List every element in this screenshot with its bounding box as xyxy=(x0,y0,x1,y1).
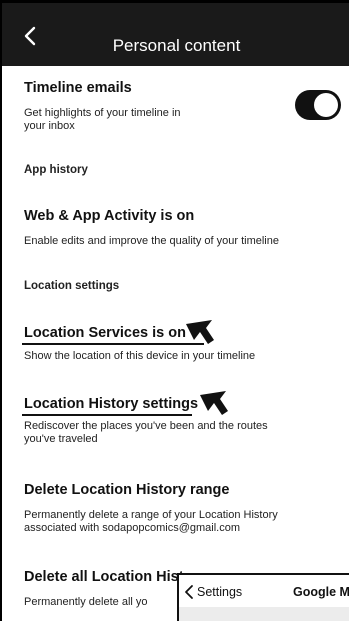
timeline-emails-toggle[interactable] xyxy=(295,90,341,120)
timeline-emails-desc-line2: your inbox xyxy=(24,120,75,132)
arrow-pointer-icon xyxy=(200,391,228,415)
timeline-emails-title: Timeline emails xyxy=(24,80,132,96)
back-chevron-icon[interactable] xyxy=(183,584,195,600)
location-services-title[interactable]: Location Services is on xyxy=(24,325,186,341)
app-history-section-label: App history xyxy=(24,164,88,176)
header-bar: Personal content xyxy=(2,0,349,66)
location-history-settings-desc-line2: you've traveled xyxy=(24,433,98,445)
web-app-activity-desc: Enable edits and improve the quality of … xyxy=(24,235,279,247)
web-app-activity-title[interactable]: Web & App Activity is on xyxy=(24,208,194,224)
arrow-pointer-icon xyxy=(186,320,214,344)
personal-content-screen: Personal content Timeline emails Get hig… xyxy=(0,0,349,621)
overlay-content-area xyxy=(179,607,349,621)
timeline-emails-desc-line1: Get highlights of your timeline in xyxy=(24,107,181,119)
delete-location-history-range-title[interactable]: Delete Location History range xyxy=(24,482,229,498)
location-settings-section-label: Location settings xyxy=(24,280,120,292)
location-history-settings-title[interactable]: Location History settings xyxy=(24,396,198,412)
toggle-knob xyxy=(314,93,338,117)
overlay-settings-snippet: Settings Google M xyxy=(177,573,349,621)
delete-range-desc-line1: Permanently delete a range of your Locat… xyxy=(24,509,278,521)
delete-range-desc-line2: associated with sodapopcomics@gmail.com xyxy=(24,522,240,534)
delete-all-location-history-title[interactable]: Delete all Location Hist xyxy=(24,569,184,585)
delete-all-desc: Permanently delete all yo xyxy=(24,596,148,608)
overlay-title: Google M xyxy=(293,585,349,599)
location-history-underline xyxy=(22,414,192,416)
location-services-desc: Show the location of this device in your… xyxy=(24,350,256,362)
page-title: Personal content xyxy=(112,36,241,55)
location-services-underline xyxy=(22,343,204,345)
overlay-back-label[interactable]: Settings xyxy=(197,585,242,599)
location-history-settings-desc-line1: Rediscover the places you've been and th… xyxy=(24,420,268,432)
